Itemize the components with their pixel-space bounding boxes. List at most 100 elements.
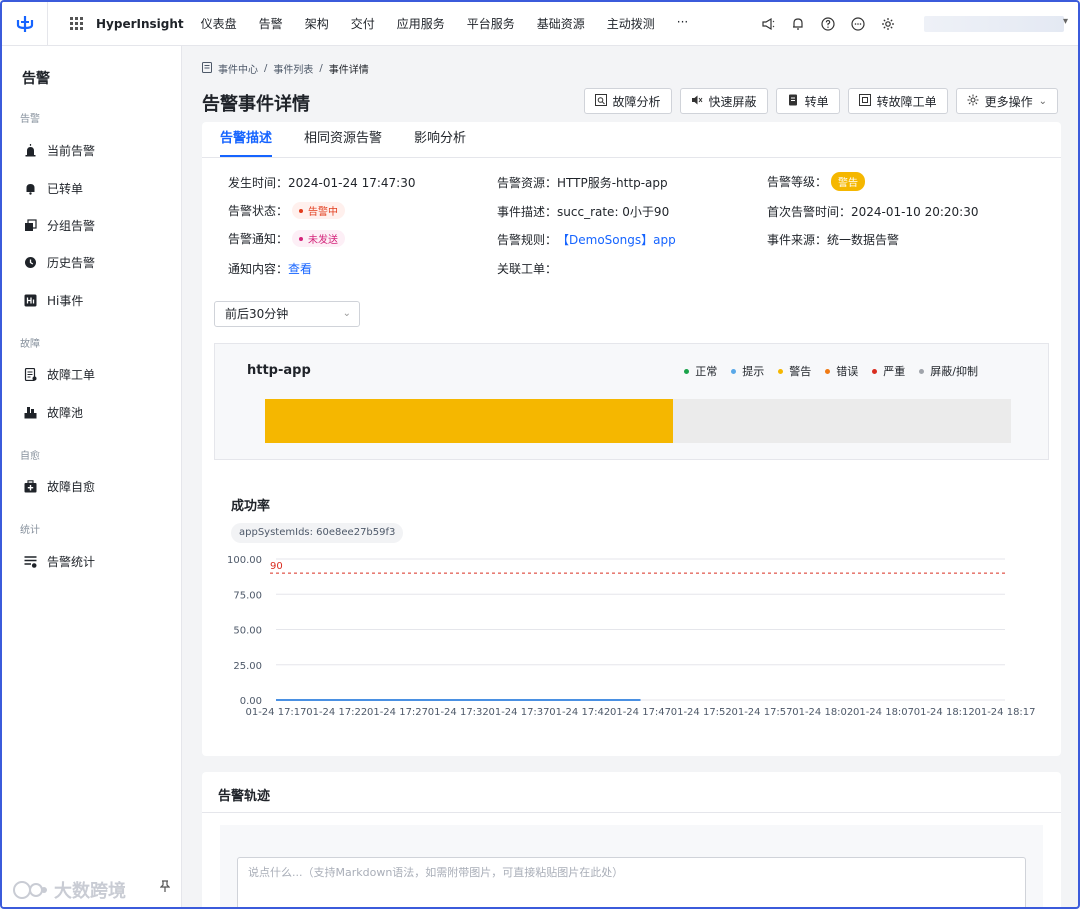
timeline-warning-segment[interactable]: [265, 399, 674, 443]
chevron-down-icon: ▾: [1062, 16, 1068, 27]
history-icon: [24, 256, 37, 269]
sidebar-item-fault-self-heal[interactable]: 故障自愈: [24, 478, 95, 495]
main-menu: 仪表盘 告警 架构 交付 应用服务 平台服务 基础资源 主动拨测 ···: [190, 15, 700, 32]
sidebar-item-hi-event[interactable]: Hi事件: [24, 292, 83, 309]
status-field: 告警状态： 告警中: [228, 202, 346, 219]
rule-link[interactable]: 【DemoSongs】app: [557, 231, 676, 248]
status-label: 告警状态：: [228, 204, 289, 218]
breadcrumb-separator: /: [264, 63, 268, 74]
ticket-field: 关联工单：: [497, 260, 557, 277]
first-time-value: 2024-01-10 20:20:30: [851, 204, 979, 219]
sidebar-item-grouped-alerts[interactable]: 分组告警: [24, 217, 95, 234]
sidebar-title: 告警: [22, 71, 50, 87]
mute-icon: [691, 94, 703, 109]
success-rate-chart: 100.0075.0050.0025.000.0001-24 17:17 01-2…: [227, 555, 1036, 718]
status-dot: [299, 208, 304, 213]
y-tick-label: 25.00: [233, 661, 262, 672]
nav-dashboard[interactable]: 仪表盘: [190, 15, 248, 32]
sidebar-item-label: 已转单: [47, 182, 84, 196]
x-tick-label: 01-24 17:37: [488, 707, 549, 718]
transfer-button[interactable]: 转单: [775, 88, 840, 114]
nav-delivery[interactable]: 交付: [340, 15, 386, 32]
tab-impact-analysis[interactable]: 影响分析: [414, 122, 466, 157]
x-tick-label: 01-24 17:47: [610, 707, 671, 718]
legend-dot: [731, 368, 737, 374]
help-icon[interactable]: [820, 16, 836, 32]
page-title: 告警事件详情: [202, 94, 310, 115]
tab-same-resource-alerts[interactable]: 相同资源告警: [304, 122, 382, 157]
x-tick-label: 01-24 18:07: [853, 707, 914, 718]
first-aid-kit-icon: [24, 480, 37, 493]
timeline-track: [265, 399, 1011, 443]
track-title: 告警轨迹: [218, 789, 271, 804]
x-tick-label: 01-24 18:12: [914, 707, 975, 718]
breadcrumb-separator: /: [319, 63, 323, 74]
sidebar-item-fault-tickets[interactable]: 故障工单: [24, 366, 95, 383]
sidebar-item-current-alerts[interactable]: 当前告警: [24, 142, 95, 159]
occur-time-label: 发生时间：: [228, 176, 289, 190]
pool-icon: [24, 406, 37, 419]
nav-alert[interactable]: 告警: [248, 15, 294, 32]
group-icon: [24, 219, 37, 232]
breadcrumb-current: 事件详情: [328, 65, 369, 76]
announcement-icon[interactable]: [760, 16, 776, 32]
y-tick-label: 0.00: [240, 696, 262, 707]
y-tick-label: 100.00: [227, 555, 262, 566]
breadcrumb-event-list[interactable]: 事件列表: [273, 61, 313, 76]
ticket-label: 关联工单：: [497, 262, 558, 276]
quick-mute-button[interactable]: 快速屏蔽: [679, 88, 768, 114]
transfer-label: 转单: [804, 94, 829, 109]
nav-architecture[interactable]: 架构: [294, 15, 340, 32]
legend-warning: 警告: [778, 363, 811, 379]
nav-platform-service[interactable]: 平台服务: [456, 15, 526, 32]
sidebar-item-fault-pool[interactable]: 故障池: [24, 404, 83, 421]
notify-label: 告警通知：: [228, 232, 289, 246]
to-fault-ticket-button[interactable]: 转故障工单: [847, 88, 948, 114]
notify-value: 未发送: [308, 235, 339, 246]
fault-analysis-button[interactable]: 故障分析: [583, 88, 672, 114]
nav-more[interactable]: ···: [666, 15, 699, 32]
content-label: 通知内容：: [228, 262, 289, 276]
sidebar-item-transferred[interactable]: 已转单: [24, 180, 83, 197]
app-grid-icon[interactable]: [70, 16, 84, 31]
threshold-label: 90: [270, 561, 283, 572]
nav-active-probe[interactable]: 主动拨测: [596, 15, 666, 32]
divider: [202, 812, 1061, 813]
app-logo-icon[interactable]: [2, 2, 48, 46]
level-label: 告警等级：: [767, 175, 828, 189]
x-tick-label: 01-24 17:32: [428, 707, 489, 718]
sidebar-item-label: 告警统计: [47, 555, 96, 569]
nav-app-service[interactable]: 应用服务: [386, 15, 456, 32]
settings-gear-icon[interactable]: [880, 16, 896, 32]
source-label: 事件来源：: [767, 233, 828, 247]
tab-alert-description[interactable]: 告警描述: [220, 122, 273, 157]
sidebar-item-label: 故障工单: [47, 368, 96, 382]
comment-input[interactable]: 说点什么...（支持Markdown语法，如需附带图片，可直接粘贴图片在此处）: [237, 857, 1026, 907]
chat-icon[interactable]: [850, 16, 866, 32]
view-content-link[interactable]: 查看: [288, 260, 312, 277]
sidebar-item-alert-stats[interactable]: 告警统计: [24, 553, 95, 570]
breadcrumb-event-center[interactable]: 事件中心: [218, 61, 258, 76]
bell-icon: [24, 182, 37, 195]
source-value: 统一数据告警: [827, 233, 900, 247]
x-tick-label: 01-24 18:17: [974, 707, 1035, 718]
more-actions-dropdown[interactable]: 更多操作 ⌄: [955, 88, 1058, 114]
nav-base-resource[interactable]: 基础资源: [526, 15, 596, 32]
analysis-icon: [594, 93, 607, 109]
sidebar-item-history-alerts[interactable]: 历史告警: [24, 254, 95, 271]
x-tick-label: 01-24 18:02: [792, 707, 853, 718]
time-range-select[interactable]: 前后30分钟 ⌄: [214, 301, 360, 327]
detail-tabs: 告警描述 相同资源告警 影响分析: [202, 122, 1061, 158]
pin-icon[interactable]: [159, 880, 171, 895]
x-tick-label: 01-24 17:22: [306, 707, 367, 718]
more-actions-label: 更多操作: [984, 94, 1033, 109]
occur-time-value: 2024-01-24 17:47:30: [288, 175, 416, 190]
notify-badge: 未发送: [292, 230, 346, 247]
status-timeline: http-app 正常 提示 警告 错误 严重 屏蔽/抑制: [214, 343, 1049, 460]
doc-icon: [202, 61, 212, 76]
quick-mute-label: 快速屏蔽: [708, 94, 757, 109]
first-time-field: 首次告警时间： 2024-01-10 20:20:30: [767, 203, 978, 220]
occur-time-field: 发生时间： 2024-01-24 17:47:30: [228, 174, 415, 191]
bell-icon[interactable]: [790, 16, 806, 32]
user-account-menu[interactable]: ▾: [924, 16, 1068, 32]
